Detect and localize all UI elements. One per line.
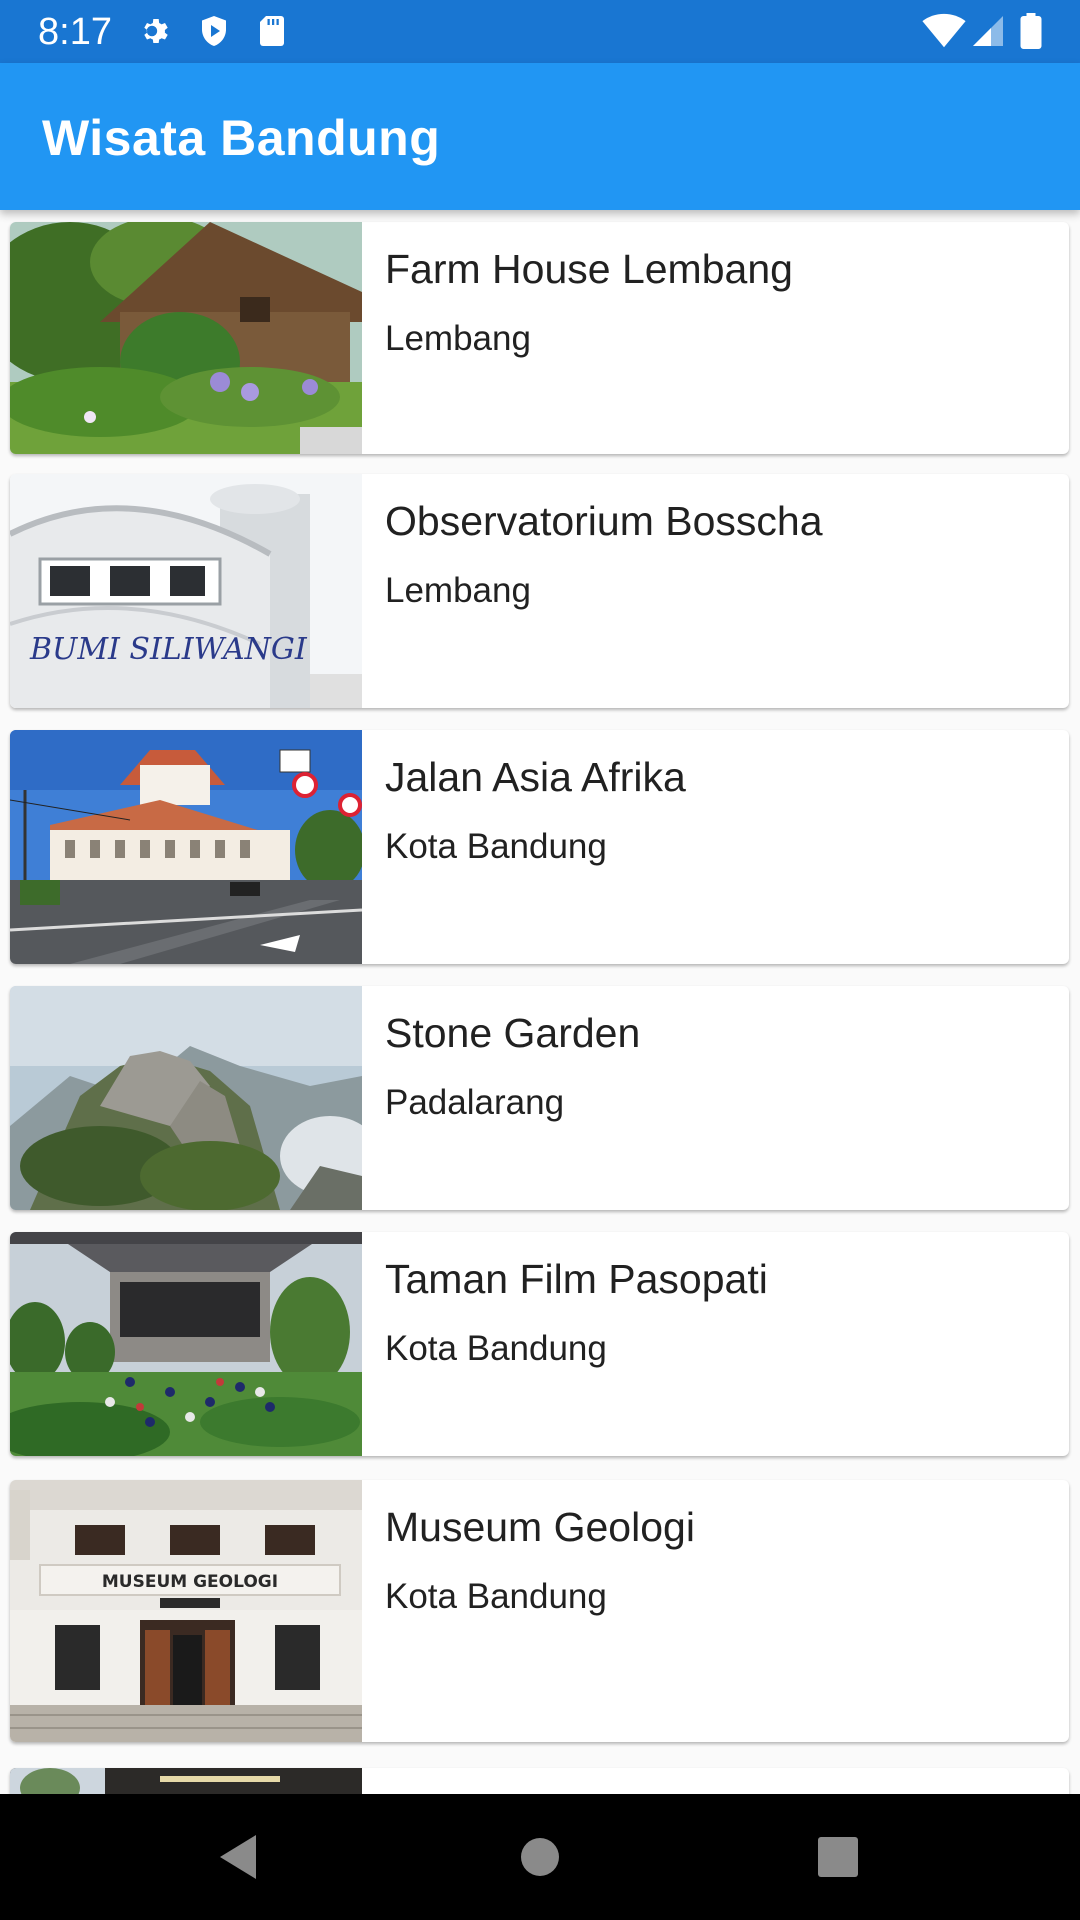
list-item[interactable]: Stone Garden Padalarang: [10, 986, 1069, 1210]
list-item[interactable]: [10, 1768, 1069, 1794]
wifi-icon: [922, 13, 966, 49]
home-icon[interactable]: [510, 1827, 570, 1887]
gear-icon: [138, 13, 174, 49]
svg-text:MUSEUM GEOLOGI: MUSEUM GEOLOGI: [102, 1572, 278, 1592]
status-bar: 8:17: [0, 0, 1080, 63]
place-location: Lembang: [385, 319, 531, 358]
museum-facade-photo: MUSEUM GEOLOGI: [10, 1480, 362, 1742]
place-name: Museum Geologi: [385, 1504, 695, 1550]
list-item[interactable]: MUSEUM GEOLOGI Museum Geologi Kota Bandu…: [10, 1480, 1069, 1742]
bumi-siliwangi-building-photo: BUMI SILIWANGI: [10, 474, 362, 708]
sd-card-icon: [254, 13, 290, 49]
partial-photo: [10, 1768, 362, 1794]
place-name: Jalan Asia Afrika: [385, 754, 686, 800]
navigation-bar: [0, 1794, 1080, 1920]
recents-icon[interactable]: [808, 1827, 868, 1887]
svg-text:BUMI SILIWANGI: BUMI SILIWANGI: [29, 632, 308, 667]
page-title: Wisata Bandung: [42, 110, 441, 166]
place-location: Kota Bandung: [385, 1329, 607, 1368]
list-item[interactable]: Farm House Lembang Lembang: [10, 222, 1069, 454]
back-icon[interactable]: [208, 1827, 268, 1887]
place-name: Observatorium Bosscha: [385, 498, 823, 544]
shield-icon: [196, 13, 232, 49]
place-name: Stone Garden: [385, 1010, 641, 1056]
list-item[interactable]: Jalan Asia Afrika Kota Bandung: [10, 730, 1069, 964]
list-item[interactable]: BUMI SILIWANGI Observatorium Bosscha Lem…: [10, 474, 1069, 708]
place-location: Kota Bandung: [385, 827, 607, 866]
cell-signal-icon: [970, 13, 1006, 49]
place-location: Kota Bandung: [385, 1577, 607, 1616]
place-location: Padalarang: [385, 1083, 565, 1122]
street-building-photo: [10, 730, 362, 964]
list-item[interactable]: Taman Film Pasopati Kota Bandung: [10, 1232, 1069, 1456]
app-bar: Wisata Bandung: [0, 63, 1080, 210]
rocky-hill-photo: [10, 986, 362, 1210]
place-name: Farm House Lembang: [385, 246, 793, 292]
place-name: Taman Film Pasopati: [385, 1256, 768, 1302]
place-location: Lembang: [385, 571, 531, 610]
places-list[interactable]: Farm House Lembang Lembang BUMI SILIWANG…: [0, 210, 1080, 1794]
battery-icon: [1016, 13, 1046, 49]
status-time: 8:17: [38, 11, 112, 53]
park-under-bridge-photo: [10, 1232, 362, 1456]
farm-house-photo: [10, 222, 362, 454]
